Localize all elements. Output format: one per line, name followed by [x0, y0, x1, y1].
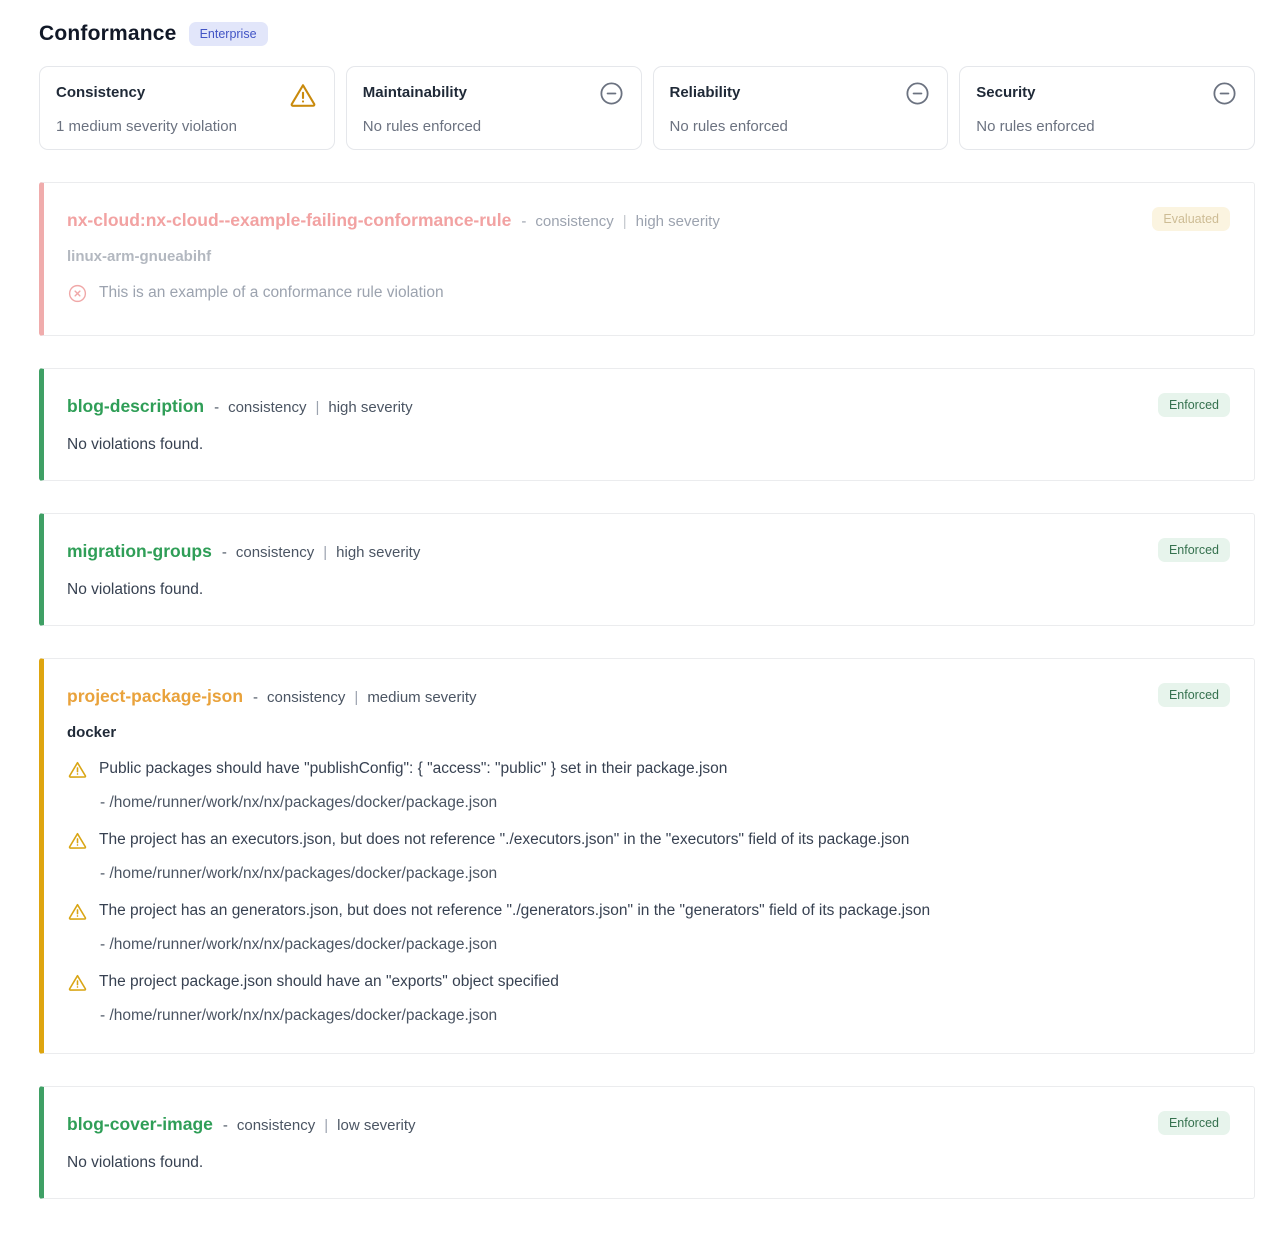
rule-severity: low severity — [337, 1117, 415, 1134]
violation-item: The project has an executors.json, but d… — [67, 829, 1226, 883]
meta-pipe: | — [354, 689, 358, 706]
conformance-rules-list: nx-cloud:nx-cloud--example-failing-confo… — [39, 182, 1255, 1199]
rule-name-link[interactable]: blog-description — [67, 396, 204, 417]
rule-card-blog-cover-image: blog-cover-image - consistency | low sev… — [39, 1086, 1255, 1199]
page-title: Conformance — [39, 22, 177, 46]
summary-card-security: Security No rules enforced — [959, 66, 1255, 150]
violation-location: - /home/runner/work/nx/nx/packages/docke… — [100, 936, 1226, 954]
minus-circle-icon — [1211, 80, 1238, 112]
rule-category: consistency — [267, 689, 345, 706]
summary-card-label: Consistency — [56, 80, 145, 101]
meta-pipe: | — [623, 213, 627, 230]
rule-card-blog-description: blog-description - consistency | high se… — [39, 368, 1255, 481]
minus-circle-icon — [598, 80, 625, 112]
no-violations-text: No violations found. — [67, 436, 1226, 454]
status-badge-evaluated: Evaluated — [1152, 207, 1230, 231]
x-circle-icon — [67, 283, 88, 309]
no-violations-text: No violations found. — [67, 581, 1226, 599]
page-header: Conformance Enterprise — [39, 22, 1255, 46]
violation-location: - /home/runner/work/nx/nx/packages/docke… — [100, 865, 1226, 883]
rule-category: consistency — [237, 1117, 315, 1134]
violation-item: The project has an generators.json, but … — [67, 900, 1226, 954]
summary-card-label: Maintainability — [363, 80, 467, 101]
summary-card-status: No rules enforced — [363, 118, 625, 135]
rule-card-migration-groups: migration-groups - consistency | high se… — [39, 513, 1255, 626]
violation-message: The project has an generators.json, but … — [99, 900, 930, 922]
summary-card-label: Reliability — [670, 80, 741, 101]
summary-card-status: No rules enforced — [670, 118, 932, 135]
warning-triangle-icon — [67, 901, 88, 927]
rule-category: consistency — [236, 544, 314, 561]
rule-dash: - — [223, 1117, 228, 1134]
meta-pipe: | — [324, 1117, 328, 1134]
enterprise-badge: Enterprise — [189, 22, 268, 46]
summary-cards: Consistency 1 medium severity violation … — [39, 66, 1255, 150]
violation-item: Public packages should have "publishConf… — [67, 758, 1226, 812]
summary-card-consistency: Consistency 1 medium severity violation — [39, 66, 335, 150]
rule-card-example-failing: nx-cloud:nx-cloud--example-failing-confo… — [39, 182, 1255, 336]
no-violations-text: No violations found. — [67, 1154, 1226, 1172]
warning-triangle-icon — [288, 80, 318, 115]
project-name: linux-arm-gnueabihf — [67, 248, 1226, 265]
rule-severity: high severity — [336, 544, 420, 561]
meta-pipe: | — [315, 399, 319, 416]
minus-circle-icon — [904, 80, 931, 112]
violation-location: - /home/runner/work/nx/nx/packages/docke… — [100, 1007, 1226, 1025]
status-badge-enforced: Enforced — [1158, 1111, 1230, 1135]
status-badge-enforced: Enforced — [1158, 393, 1230, 417]
violation-message: This is an example of a conformance rule… — [99, 282, 444, 304]
rule-severity: medium severity — [367, 689, 476, 706]
rule-category: consistency — [228, 399, 306, 416]
summary-card-reliability: Reliability No rules enforced — [653, 66, 949, 150]
summary-card-maintainability: Maintainability No rules enforced — [346, 66, 642, 150]
rule-category: consistency — [535, 213, 613, 230]
rule-name-link[interactable]: blog-cover-image — [67, 1114, 213, 1135]
summary-card-status: 1 medium severity violation — [56, 118, 318, 135]
violation-item: The project package.json should have an … — [67, 971, 1226, 1025]
violation-location: - /home/runner/work/nx/nx/packages/docke… — [100, 794, 1226, 812]
warning-triangle-icon — [67, 830, 88, 856]
violation-message: The project has an executors.json, but d… — [99, 829, 909, 851]
rule-severity: high severity — [636, 213, 720, 230]
warning-triangle-icon — [67, 759, 88, 785]
status-badge-enforced: Enforced — [1158, 538, 1230, 562]
meta-pipe: | — [323, 544, 327, 561]
violation-message: The project package.json should have an … — [99, 971, 559, 993]
rule-dash: - — [253, 689, 258, 706]
rule-dash: - — [214, 399, 219, 416]
rule-dash: - — [222, 544, 227, 561]
summary-card-status: No rules enforced — [976, 118, 1238, 135]
rule-severity: high severity — [328, 399, 412, 416]
summary-card-label: Security — [976, 80, 1035, 101]
project-name: docker — [67, 724, 1226, 741]
violation-message: Public packages should have "publishConf… — [99, 758, 727, 780]
rule-name-link[interactable]: nx-cloud:nx-cloud--example-failing-confo… — [67, 210, 511, 231]
rule-card-project-package-json: project-package-json - consistency | med… — [39, 658, 1255, 1054]
warning-triangle-icon — [67, 972, 88, 998]
rule-name-link[interactable]: project-package-json — [67, 686, 243, 707]
rule-name-link[interactable]: migration-groups — [67, 541, 212, 562]
rule-dash: - — [521, 213, 526, 230]
status-badge-enforced: Enforced — [1158, 683, 1230, 707]
